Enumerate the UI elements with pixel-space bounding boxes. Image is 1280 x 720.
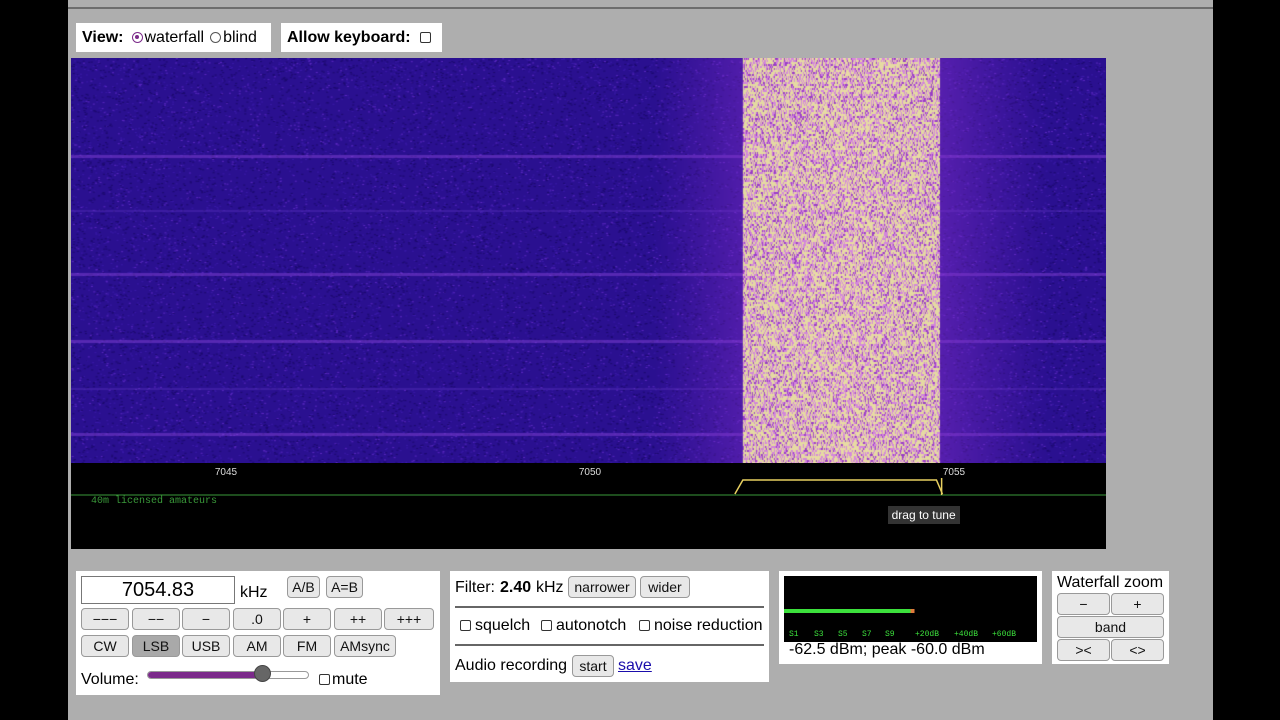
scale-tick-label: 7045 [215, 467, 238, 478]
noise-reduction-label[interactable]: noise reduction [654, 617, 763, 635]
mode-fm-button[interactable]: FM [283, 635, 331, 657]
waterfall-radio[interactable] [131, 32, 143, 43]
squelch-label[interactable]: squelch [475, 617, 530, 635]
waterfall-radio-label[interactable]: waterfall [145, 29, 205, 47]
s-meter-bar [784, 609, 911, 613]
drag-to-tune-tooltip: drag to tune [887, 506, 960, 524]
signal-meter: S1 S3 S5 S7 S9 +20dB +40dB +60dB -62.5 dBm; pea… [779, 571, 1042, 664]
step-down-1-button[interactable]: − [182, 608, 230, 630]
allow-keyboard-checkbox[interactable] [419, 32, 431, 43]
mode-lsb-button[interactable]: LSB [132, 635, 180, 657]
allow-keyboard-label: Allow keyboard: [287, 28, 411, 46]
divider [455, 606, 764, 608]
waterfall-canvas[interactable] [71, 58, 1106, 463]
s-meter-scale-label: S9 [885, 630, 895, 639]
autonotch-label[interactable]: autonotch [556, 617, 626, 635]
s-meter-display: S1 S3 S5 S7 S9 +20dB +40dB +60dB [784, 576, 1037, 642]
s-meter-peak [910, 609, 915, 613]
filter-bandwidth-value: 2.40 [500, 579, 532, 596]
waterfall-zoom-controls: Waterfall zoom − + band >< <> [1052, 571, 1169, 664]
zoom-band-button[interactable]: band [1057, 616, 1164, 638]
waterfall-display[interactable]: 70457050705570607065 40m licensed amateu… [71, 58, 1106, 549]
signal-reading: -62.5 dBm; peak -60.0 dBm [789, 641, 985, 658]
narrower-button[interactable]: narrower [568, 576, 636, 598]
volume-slider[interactable] [147, 671, 309, 679]
top-divider [68, 7, 1213, 9]
blind-radio-label[interactable]: blind [223, 29, 257, 47]
s-meter-scale-label: S5 [838, 630, 848, 639]
filter-controls: Filter: 2.40 kHz narrower wider squelch … [450, 571, 769, 682]
s-meter-scale-label: +60dB [992, 630, 1016, 639]
keyboard-toggle: Allow keyboard: [281, 23, 442, 52]
waterfall-zoom-title: Waterfall zoom [1057, 574, 1164, 591]
volume-label: Volume: [81, 671, 139, 688]
mode-usb-button[interactable]: USB [182, 635, 230, 657]
filter-bandwidth-unit: kHz [536, 579, 564, 596]
frequency-input[interactable] [81, 576, 235, 604]
a-equals-b-button[interactable]: A=B [326, 576, 363, 598]
squelch-checkbox[interactable] [460, 620, 471, 631]
s-meter-scale-label: S7 [862, 630, 872, 639]
zoom-out-button[interactable]: − [1057, 593, 1110, 615]
blind-radio[interactable] [210, 32, 222, 43]
frequency-unit: kHz [240, 584, 268, 601]
divider [455, 644, 764, 646]
scale-tick-label: 7055 [943, 467, 966, 478]
round-button[interactable]: .0 [233, 608, 281, 630]
step-down-3-button[interactable]: −−− [81, 608, 129, 630]
volume-fill [148, 672, 264, 678]
view-label: View: [82, 28, 124, 46]
s-meter-scale-label: +40dB [954, 630, 978, 639]
step-up-3-button[interactable]: +++ [384, 608, 434, 630]
mute-label[interactable]: mute [332, 671, 368, 689]
wider-button[interactable]: wider [640, 576, 690, 598]
step-up-2-button[interactable]: ++ [334, 608, 382, 630]
zoom-widen-button[interactable]: <> [1111, 639, 1164, 661]
noise-reduction-checkbox[interactable] [639, 620, 650, 631]
mode-am-button[interactable]: AM [233, 635, 281, 657]
mode-cw-button[interactable]: CW [81, 635, 129, 657]
band-label: 40m licensed amateurs [91, 495, 217, 507]
step-up-1-button[interactable]: + [283, 608, 331, 630]
start-recording-button[interactable]: start [572, 655, 614, 677]
zoom-narrow-button[interactable]: >< [1057, 639, 1110, 661]
volume-slider-handle[interactable] [254, 665, 272, 682]
s-meter-scale-label: S1 [789, 630, 799, 639]
save-recording-link[interactable]: save [618, 657, 652, 675]
s-meter-scale-label: +20dB [915, 630, 939, 639]
tuning-controls: kHz A/B A=B −−− −− − .0 + ++ +++ CW LSB … [76, 571, 440, 695]
websdr-page: View: waterfall blind Allow keyboard: 70… [68, 0, 1213, 720]
s-meter-scale-label: S3 [814, 630, 824, 639]
zoom-in-button[interactable]: + [1111, 593, 1164, 615]
audio-recording-label: Audio recording [455, 657, 568, 674]
autonotch-checkbox[interactable] [541, 620, 552, 631]
passband-marker [734, 479, 944, 495]
scale-tick-label: 7050 [579, 467, 602, 478]
ab-button[interactable]: A/B [287, 576, 320, 598]
view-selector: View: waterfall blind [76, 23, 271, 52]
mute-checkbox[interactable] [319, 674, 330, 685]
step-down-2-button[interactable]: −− [132, 608, 180, 630]
mode-amsync-button[interactable]: AMsync [334, 635, 396, 657]
filter-label: Filter: [455, 579, 495, 596]
